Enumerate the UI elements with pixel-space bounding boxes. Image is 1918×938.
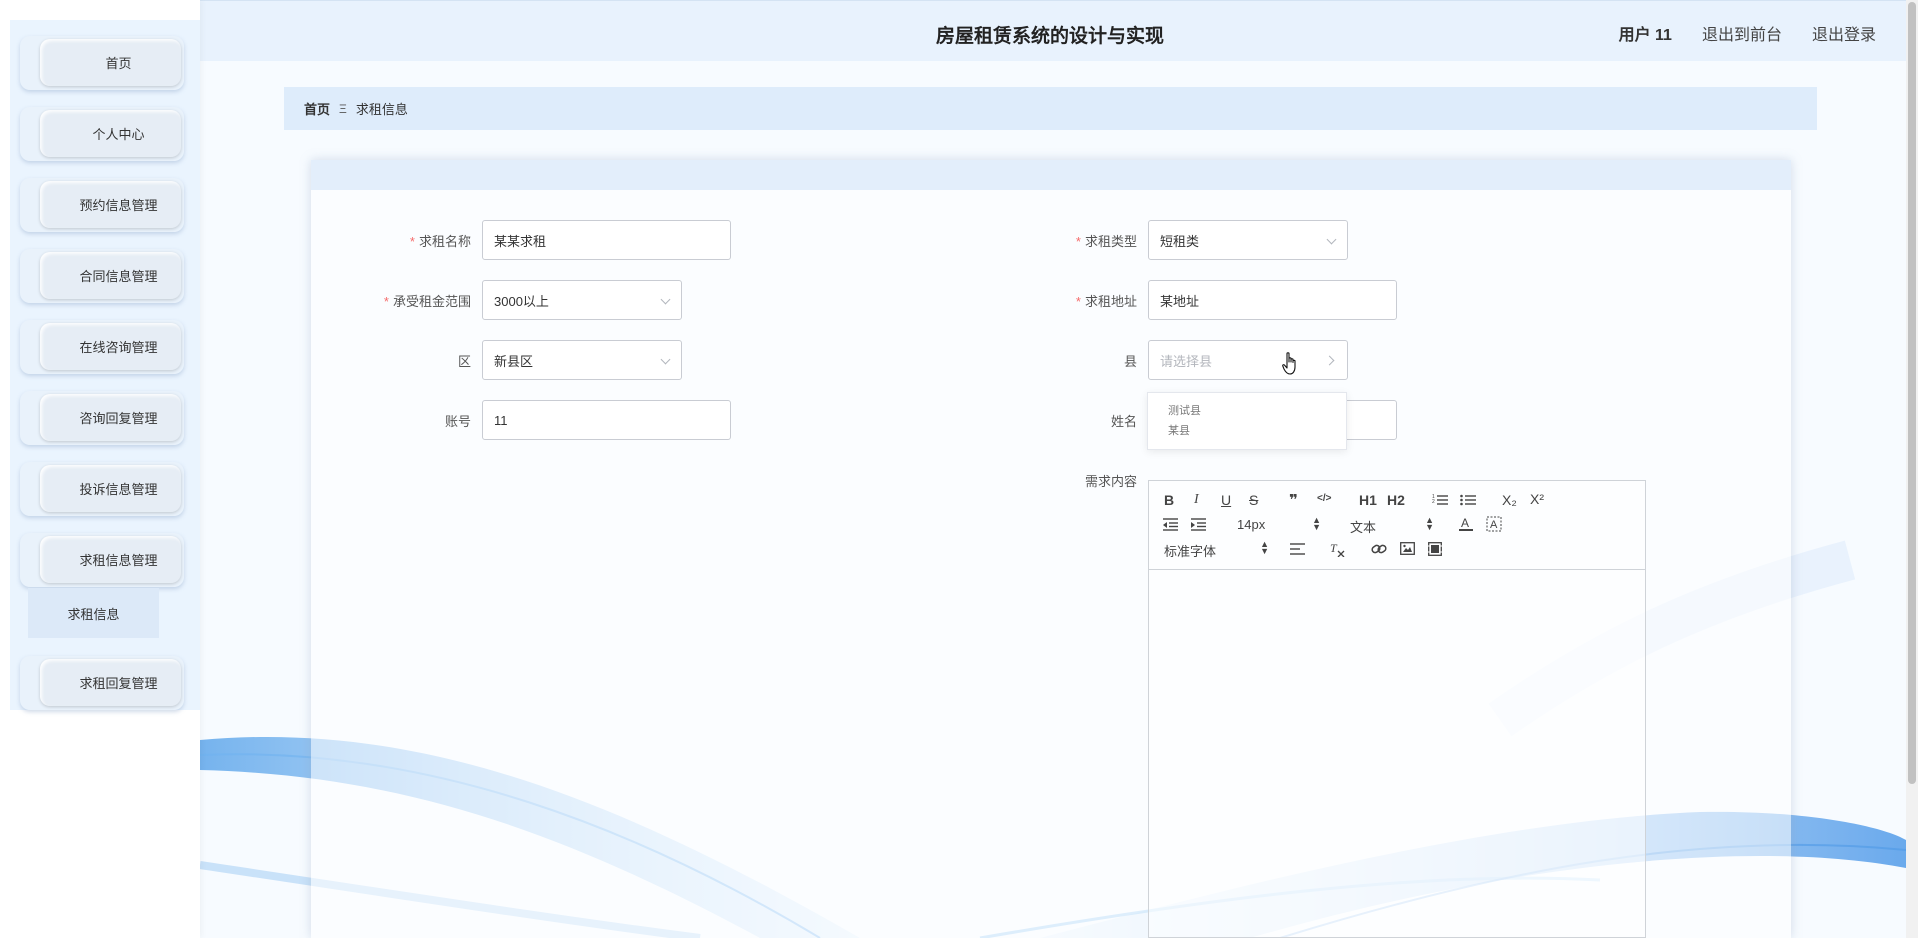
breadcrumb-separator: Ξ [339,101,347,116]
svg-text:2: 2 [1432,499,1435,505]
app-title: 房屋租赁系统的设计与实现 [936,26,1165,47]
county-dropdown: 测试县 某县 [1147,392,1347,450]
breadcrumb-current: 求租信息 [355,102,408,117]
subscript-button[interactable]: X₂ [1502,492,1517,508]
h2-button[interactable]: H2 [1387,492,1405,508]
font-family-select[interactable]: 标准字体 ▲ ▼ [1164,540,1269,560]
form-card-header [311,160,1791,190]
breadcrumb: 首页 Ξ 求租信息 [284,87,1817,130]
user-label: 用户 11 [1618,27,1672,44]
strike-button[interactable]: S [1249,492,1258,508]
clear-format-icon[interactable]: T [1329,541,1345,557]
page-scrollbar[interactable] [1906,0,1918,938]
quote-icon[interactable]: ❞ [1289,491,1298,509]
ordered-list-icon[interactable]: 12 [1432,493,1448,507]
sidebar: 首页 个人中心 预约信息管理 合同信息管理 在线咨询管理 咨询回复管理 投诉信息… [0,0,200,938]
sidebar-item-personal-center[interactable]: 个人中心 [20,107,184,161]
link-icon[interactable] [1371,542,1387,556]
italic-button[interactable]: I [1194,492,1199,508]
name-label: * 求租名称 [409,234,471,249]
sidebar-item-label[interactable]: 在线咨询管理 [40,323,181,370]
submenu-rental-info[interactable]: 求租信息 [28,588,159,638]
svg-text:A: A [1461,516,1469,530]
sidebar-item-label[interactable]: 求租信息管理 [40,536,181,583]
sidebar-item-contracts[interactable]: 合同信息管理 [20,249,184,303]
sidebar-item-label[interactable]: 求租回复管理 [40,659,181,706]
code-icon[interactable]: </> [1317,493,1331,504]
district-label: 区 [457,354,471,369]
block-format-select[interactable]: 文本 ▲ ▼ [1350,516,1434,536]
editor-content-area[interactable] [1149,570,1645,937]
sidebar-item-label[interactable]: 咨询回复管理 [40,394,181,441]
logout-link[interactable]: 退出登录 [1812,21,1876,45]
underline-button[interactable]: U [1221,492,1231,508]
image-icon[interactable] [1400,542,1415,555]
account-label: 账号 [444,414,471,429]
sidebar-item-consultation[interactable]: 在线咨询管理 [20,320,184,374]
breadcrumb-home[interactable]: 首页 [304,99,330,118]
sidebar-item-label[interactable]: 首页 [40,39,181,86]
rent-range-label: * 承受租金范围 [383,294,471,309]
background-color-icon[interactable]: A [1486,516,1502,532]
sidebar-item-rental-requests[interactable]: 求租信息管理 [20,533,184,587]
chevron-down-icon [660,354,671,365]
header-links: 用户 11 退出到前台 退出登录 [1619,21,1876,45]
superscript-button[interactable]: X² [1530,491,1544,507]
chevron-down-icon [660,294,671,305]
type-label: * 求租类型 [1075,234,1137,249]
top-header: 房屋租赁系统的设计与实现 用户 11 退出到前台 退出登录 [200,0,1906,61]
sidebar-item-consult-replies[interactable]: 咨询回复管理 [20,391,184,445]
editor-toolbar: B I U S ❞ </> H1 H2 12 X₂ X² 14px ▲ ▼ 文本 ▲ ▼… [1149,481,1645,570]
county-option[interactable]: 测试县 [1168,401,1346,421]
font-color-icon[interactable]: A [1459,516,1473,532]
h1-button[interactable]: H1 [1359,492,1377,508]
district-select[interactable]: 新县区 [482,340,682,380]
sidebar-item-label[interactable]: 合同信息管理 [40,252,181,299]
sidebar-item-label[interactable]: 个人中心 [40,110,181,157]
account-input[interactable]: 11 [482,400,731,440]
scrollbar-thumb[interactable] [1908,2,1916,784]
address-label: * 求租地址 [1075,294,1137,309]
sidebar-item-home[interactable]: 首页 [20,36,184,90]
indent-icon[interactable] [1191,518,1206,531]
rich-text-editor: B I U S ❞ </> H1 H2 12 X₂ X² 14px ▲ ▼ 文本 ▲ ▼… [1148,480,1646,938]
county-label: 县 [1123,354,1137,369]
county-cascader[interactable]: 请选择县 [1148,340,1348,380]
sidebar-item-complaints[interactable]: 投诉信息管理 [20,462,184,516]
name-input[interactable]: 某某求租 [482,220,731,260]
svg-text:T: T [1330,541,1338,555]
outdent-icon[interactable] [1163,518,1178,531]
chevron-down-icon [1326,234,1337,245]
bullet-list-icon[interactable] [1460,493,1476,507]
realname-label: 姓名 [1110,414,1137,429]
address-input[interactable]: 某地址 [1148,280,1397,320]
font-size-select[interactable]: 14px ▲ ▼ [1237,516,1321,533]
sidebar-item-reservations[interactable]: 预约信息管理 [20,178,184,232]
content-label: 需求内容 [1084,474,1137,489]
sidebar-item-label[interactable]: 投诉信息管理 [40,465,181,512]
county-option[interactable]: 某县 [1168,421,1346,441]
type-select[interactable]: 短租类 [1148,220,1348,260]
align-icon[interactable] [1290,543,1305,555]
sidebar-item-rental-replies[interactable]: 求租回复管理 [20,656,184,710]
sidebar-item-label[interactable]: 预约信息管理 [40,181,181,228]
chevron-right-icon [1324,355,1335,366]
bold-button[interactable]: B [1164,492,1174,508]
svg-text:A: A [1490,519,1498,531]
rent-range-select[interactable]: 3000以上 [482,280,682,320]
video-icon[interactable] [1428,542,1442,556]
exit-to-front-link[interactable]: 退出到前台 [1702,21,1782,45]
hand-cursor-icon [1282,352,1296,375]
